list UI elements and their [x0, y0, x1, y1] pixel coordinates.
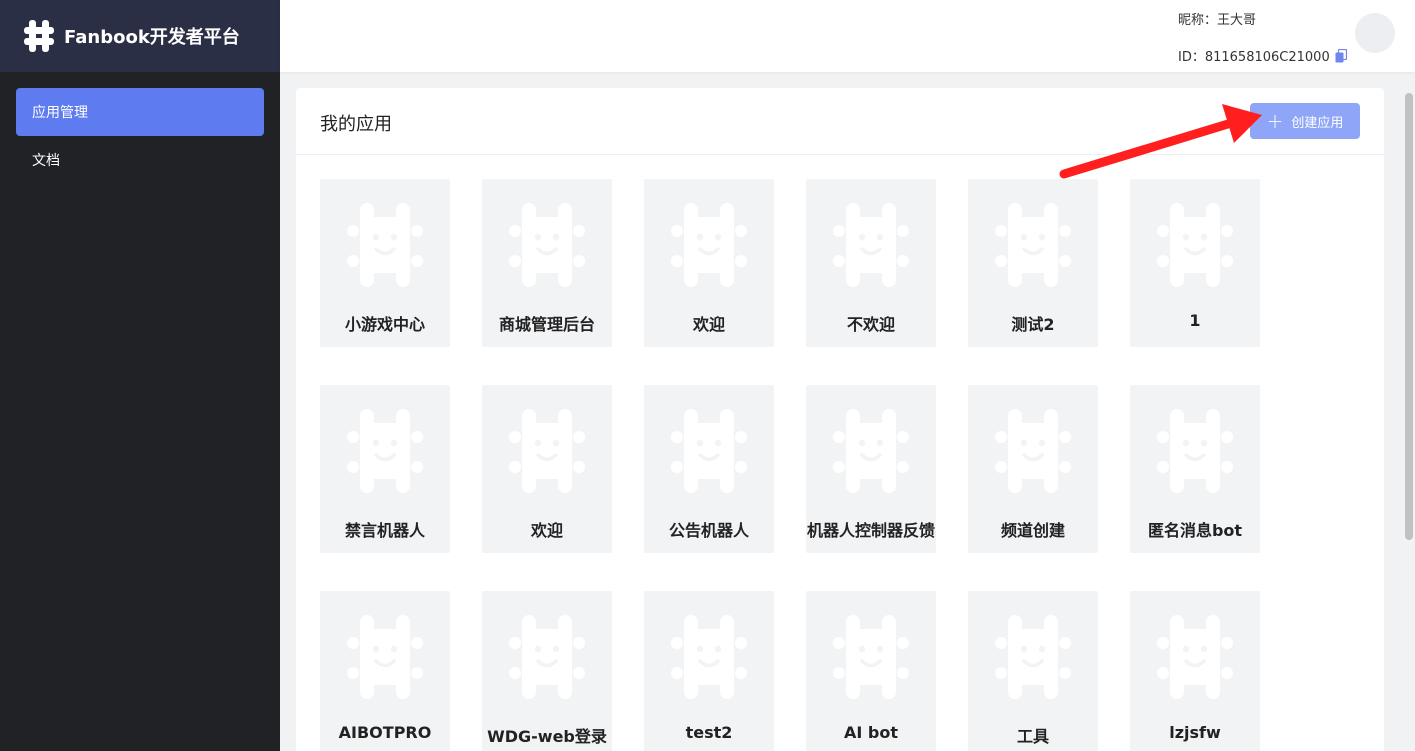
app-tile[interactable]: 公告机器人	[644, 385, 774, 553]
user-id: ID：811658106C21000	[1178, 46, 1347, 65]
app-name: AI bot	[844, 723, 898, 742]
bot-placeholder-icon	[347, 615, 423, 699]
app-tile[interactable]: WDG-web登录	[482, 591, 612, 751]
app-name: 商城管理后台	[498, 315, 595, 334]
app-name: 1	[1189, 311, 1201, 330]
sidebar-nav: 应用管理 文档	[0, 72, 280, 184]
scrollbar[interactable]	[1402, 88, 1415, 751]
panel-header: 我的应用 + 创建应用	[296, 88, 1384, 155]
brand: Fanbook开发者平台	[0, 0, 280, 72]
user-nickname: 昵称：王大哥	[1178, 13, 1257, 28]
bot-placeholder-icon	[671, 409, 747, 493]
app-tile[interactable]: 不欢迎	[806, 179, 936, 347]
bot-placeholder-icon	[509, 203, 585, 287]
bot-placeholder-icon	[347, 203, 423, 287]
bot-placeholder-icon	[1157, 409, 1233, 493]
top-header: 昵称：王大哥 ID：811658106C21000	[280, 0, 1415, 72]
bot-placeholder-icon	[1157, 203, 1233, 287]
app-name: 工具	[1016, 727, 1049, 746]
app-tile[interactable]: 1	[1130, 179, 1260, 347]
app-name: 禁言机器人	[344, 521, 425, 540]
bot-placeholder-icon	[671, 203, 747, 287]
bot-placeholder-icon	[347, 409, 423, 493]
sidebar-item-app-management[interactable]: 应用管理	[16, 88, 264, 136]
app-tile[interactable]: 小游戏中心	[320, 179, 450, 347]
bot-placeholder-icon	[509, 409, 585, 493]
copy-icon[interactable]	[1335, 48, 1347, 63]
app-name: 公告机器人	[668, 521, 749, 540]
bot-placeholder-icon	[995, 615, 1071, 699]
app-name: 不欢迎	[846, 315, 895, 334]
app-name: 机器人控制器反馈	[806, 521, 935, 540]
brand-title: Fanbook开发者平台	[64, 27, 240, 48]
app-name: lzjsfw	[1169, 723, 1221, 742]
sidebar-item-docs[interactable]: 文档	[16, 136, 264, 184]
user-id-text: ID：811658106C21000	[1178, 50, 1330, 65]
app-name: AIBOTPRO	[338, 723, 432, 742]
bot-placeholder-icon	[995, 409, 1071, 493]
app-tile[interactable]: 匿名消息bot	[1130, 385, 1260, 553]
app-tile[interactable]: 欢迎	[644, 179, 774, 347]
sidebar-item-label: 应用管理	[32, 105, 88, 121]
app-name: 小游戏中心	[344, 315, 425, 334]
app-name: WDG-web登录	[487, 727, 607, 746]
bot-placeholder-icon	[995, 203, 1071, 287]
app-tile[interactable]: 禁言机器人	[320, 385, 450, 553]
app-tile[interactable]: test2	[644, 591, 774, 751]
app-tile[interactable]: 测试2	[968, 179, 1098, 347]
bot-placeholder-icon	[509, 615, 585, 699]
app-tile[interactable]: 机器人控制器反馈	[806, 385, 936, 553]
scrollbar-thumb[interactable]	[1405, 93, 1413, 540]
app-tile[interactable]: 欢迎	[482, 385, 612, 553]
hash-logo-icon	[24, 20, 54, 52]
sidebar: Fanbook开发者平台 应用管理 文档	[0, 0, 280, 751]
app-tile[interactable]: 商城管理后台	[482, 179, 612, 347]
bot-placeholder-icon	[1157, 615, 1233, 699]
page-title: 我的应用	[320, 114, 392, 135]
app-tile[interactable]: 频道创建	[968, 385, 1098, 553]
plus-icon: +	[1266, 109, 1284, 133]
avatar[interactable]	[1355, 13, 1395, 53]
bot-placeholder-icon	[833, 203, 909, 287]
app-name: 测试2	[1011, 315, 1055, 334]
app-tile[interactable]: AI bot	[806, 591, 936, 751]
create-app-label: 创建应用	[1291, 115, 1344, 131]
app-name: 匿名消息bot	[1147, 521, 1243, 540]
bot-placeholder-icon	[833, 409, 909, 493]
app-tile[interactable]: lzjsfw	[1130, 591, 1260, 751]
app-name: 欢迎	[530, 521, 563, 540]
bot-placeholder-icon	[671, 615, 747, 699]
create-app-button[interactable]: + 创建应用	[1250, 103, 1360, 139]
app-tile[interactable]: 工具	[968, 591, 1098, 751]
app-name: 欢迎	[692, 315, 725, 334]
sidebar-item-label: 文档	[32, 153, 60, 169]
app-tile[interactable]: AIBOTPRO	[320, 591, 450, 751]
app-name: 频道创建	[1000, 521, 1065, 540]
bot-placeholder-icon	[833, 615, 909, 699]
app-name: test2	[685, 723, 733, 742]
my-apps-panel: 我的应用 + 创建应用 小游戏中心 商城管理后台 欢迎 不欢迎 测试2 1 禁言机器人 欢迎公…	[296, 88, 1384, 751]
